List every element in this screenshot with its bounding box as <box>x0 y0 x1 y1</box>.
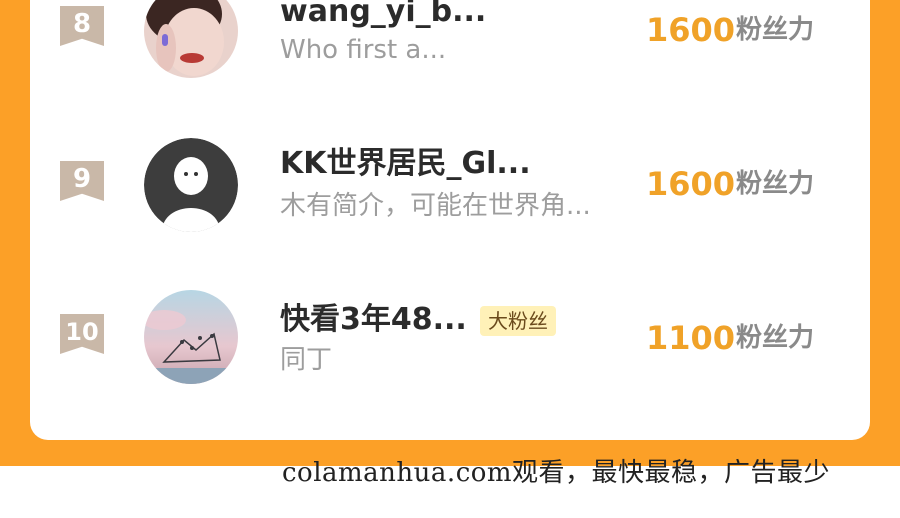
user-description: 木有简介，可能在世界角... <box>280 191 591 221</box>
fan-power-score: 1600 <box>646 11 736 49</box>
ranking-row-9[interactable]: 9 KK世界居民_Gl... 木有简介，可能在世界角... 1600 粉丝力 <box>30 136 870 236</box>
user-name[interactable]: KK世界居民_Gl... <box>280 146 531 182</box>
watermark-text: colamanhua.com观看，最快最稳，广告最少 <box>282 458 831 488</box>
rank-number: 10 <box>65 318 99 346</box>
avatar[interactable] <box>144 290 238 384</box>
fan-power-unit: 粉丝力 <box>736 169 815 199</box>
rank-ribbon: 9 <box>60 161 104 201</box>
big-fan-badge: 大粉丝 <box>480 306 556 336</box>
ranking-row-8[interactable]: 8 wang_yi_b... Who first a... 1600 粉丝力 <box>30 0 870 80</box>
user-description: 同丁 <box>280 345 333 375</box>
ranking-row-10[interactable]: 10 快看3年48... 大粉丝 同丁 1100 粉丝力 <box>30 290 870 390</box>
avatar[interactable] <box>144 138 238 232</box>
rank-ribbon: 8 <box>60 6 104 46</box>
rank-number: 9 <box>72 164 92 194</box>
ranking-card: 8 wang_yi_b... Who first a... 1600 粉丝力 9 <box>30 0 870 440</box>
fan-power-score: 1600 <box>646 165 736 203</box>
user-description: Who first a... <box>280 35 447 65</box>
fan-power-unit: 粉丝力 <box>736 323 815 353</box>
user-name[interactable]: 快看3年48... <box>280 302 467 338</box>
fan-power-score: 1100 <box>646 319 736 357</box>
user-name[interactable]: wang_yi_b... <box>280 0 486 30</box>
rank-number: 8 <box>72 9 92 39</box>
avatar[interactable] <box>144 0 238 78</box>
photo-avatar-icon <box>144 0 238 78</box>
rank-ribbon: 10 <box>60 314 104 354</box>
default-avatar-icon <box>144 138 238 232</box>
landscape-avatar-icon <box>144 290 238 384</box>
fan-power-unit: 粉丝力 <box>736 15 815 45</box>
